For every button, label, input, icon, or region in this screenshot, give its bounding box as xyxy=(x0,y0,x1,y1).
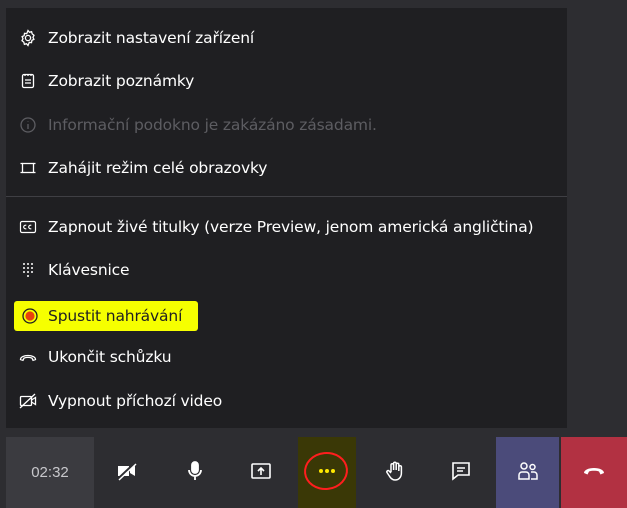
chat-button[interactable] xyxy=(432,437,490,508)
menu-divider xyxy=(6,196,567,197)
menu-item-label: Spustit nahrávání xyxy=(48,307,183,325)
call-timer: 02:32 xyxy=(6,437,94,508)
info-icon xyxy=(18,115,38,135)
hang-up-button[interactable] xyxy=(561,437,627,508)
menu-item-start-recording[interactable]: Spustit nahrávání xyxy=(6,296,567,336)
menu-item-label: Zobrazit nastavení zařízení xyxy=(48,29,255,47)
more-actions-menu: Zobrazit nastavení zařízení Zobrazit poz… xyxy=(6,8,567,428)
menu-item-end-meeting[interactable]: Ukončit schůzku xyxy=(6,337,567,377)
microphone-button[interactable] xyxy=(166,437,224,508)
participants-icon xyxy=(516,459,540,487)
menu-item-fullscreen[interactable]: Zahájit režim celé obrazovky xyxy=(6,148,567,188)
menu-item-device-settings[interactable]: Zobrazit nastavení zařízení xyxy=(6,18,567,58)
hand-icon xyxy=(383,459,407,487)
fullscreen-icon xyxy=(18,158,38,178)
menu-item-label: Vypnout příchozí video xyxy=(48,392,223,410)
captions-icon xyxy=(18,217,38,237)
menu-item-label: Zobrazit poznámky xyxy=(48,72,195,90)
menu-item-live-captions[interactable]: Zapnout živé titulky (verze Preview, jen… xyxy=(6,207,567,247)
share-screen-button[interactable] xyxy=(232,437,290,508)
chat-icon xyxy=(449,459,473,487)
camera-off-icon xyxy=(115,459,139,487)
menu-item-label: Informační podokno je zakázáno zásadami. xyxy=(48,116,377,134)
dialpad-icon xyxy=(18,260,38,280)
gear-icon xyxy=(18,28,38,48)
hangup-icon xyxy=(582,459,606,487)
video-off-icon xyxy=(18,391,38,411)
camera-off-button[interactable] xyxy=(98,437,156,508)
menu-item-dialpad[interactable]: Klávesnice xyxy=(6,250,567,290)
notes-icon xyxy=(18,71,38,91)
menu-item-label: Klávesnice xyxy=(48,261,130,279)
raise-hand-button[interactable] xyxy=(366,437,424,508)
menu-item-info-pane-disabled: Informační podokno je zakázáno zásadami. xyxy=(6,105,567,145)
meeting-stage: Zobrazit nastavení zařízení Zobrazit poz… xyxy=(0,0,627,508)
share-screen-icon xyxy=(249,459,273,487)
microphone-icon xyxy=(183,459,207,487)
menu-item-turn-off-incoming-video[interactable]: Vypnout příchozí video xyxy=(6,381,567,421)
menu-item-show-notes[interactable]: Zobrazit poznámky xyxy=(6,61,567,101)
hangup-icon xyxy=(18,347,38,367)
menu-item-label: Ukončit schůzku xyxy=(48,348,172,366)
menu-item-label: Zahájit režim celé obrazovky xyxy=(48,159,268,177)
record-icon xyxy=(20,306,40,326)
menu-item-label: Zapnout živé titulky (verze Preview, jen… xyxy=(48,218,534,236)
participants-button[interactable] xyxy=(496,437,559,508)
